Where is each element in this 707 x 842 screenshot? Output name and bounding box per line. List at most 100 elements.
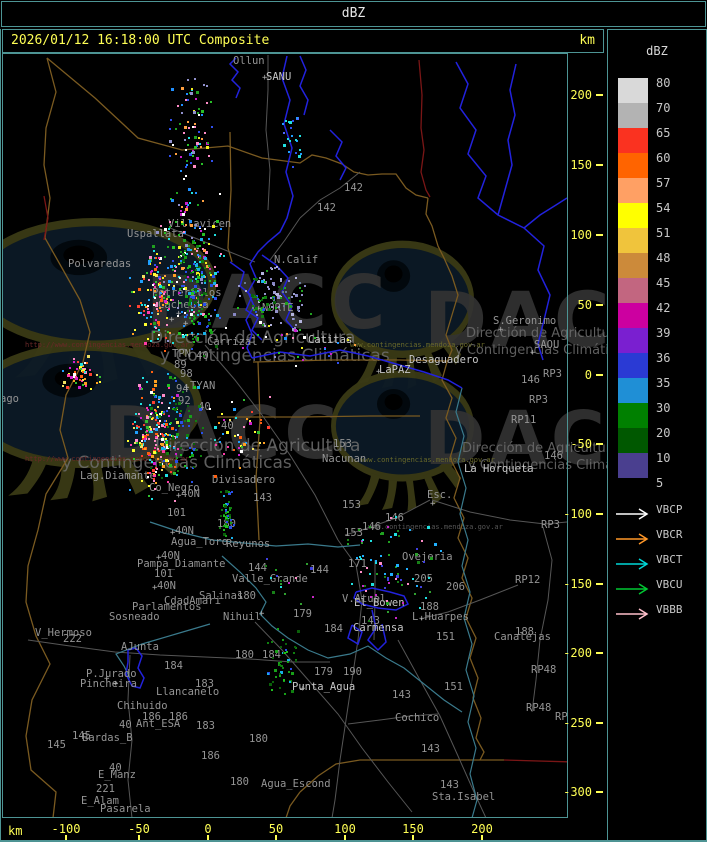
map-place-label: Agua_Escond <box>261 778 331 790</box>
map-place-label: Carrizal <box>207 336 258 348</box>
station-cross-marker: + <box>259 609 265 619</box>
map-place-label: RP12 <box>515 574 540 586</box>
map-place-label: RP11 <box>511 414 536 426</box>
map-place-label: Sosneado <box>109 611 160 623</box>
vbbb-arrow-icon <box>616 608 649 620</box>
legend-row: VBCP <box>614 503 704 520</box>
colorbar-value-label: 5 <box>656 476 664 490</box>
colorbar-panel: dBZ 80 70 65 60 57 54 51 48 45 42 39 36 35 30 20 10 5 VB… <box>607 29 707 842</box>
info-bar: 2026/01/12 16:18:00 UTC Composite km <box>2 29 604 53</box>
vbcr-arrow-icon <box>616 533 649 545</box>
map-place-label: 40 <box>196 350 209 362</box>
map-place-label: Desaguadero <box>409 354 479 366</box>
x-tick-label: 100 <box>334 822 356 836</box>
map-place-label: Pasarela <box>100 803 151 815</box>
colorbar-band <box>618 128 648 153</box>
station-cross-marker: + <box>169 315 175 325</box>
map-place-label: 145 <box>47 739 66 751</box>
y-tick-label: -50 <box>570 437 592 451</box>
legend-label: VBCP <box>656 503 683 516</box>
colorbar-value-label: 54 <box>656 201 671 215</box>
colorbar-value-label: 10 <box>656 451 671 465</box>
colorbar-band <box>618 453 648 478</box>
colorbar-band <box>618 328 648 353</box>
map-place-label: 143 <box>392 689 411 701</box>
colorbar-value-label: 48 <box>656 251 671 265</box>
map-place-label: 180 <box>249 733 268 745</box>
y-tick-label: -300 <box>563 785 592 799</box>
map-place-label: Divisadero <box>212 474 275 486</box>
colorbar-value-label: 70 <box>656 101 671 115</box>
y-tick-label: -200 <box>563 646 592 660</box>
map-place-label: 40N <box>181 488 200 500</box>
colorbar-band <box>618 228 648 253</box>
svg-text:www.contingencias.mendoza.gov.: www.contingencias.mendoza.gov.ar <box>350 341 485 349</box>
map-place-label: RP3 <box>529 394 548 406</box>
map-place-label: 151 <box>436 631 455 643</box>
map-place-label: Agua_Toro <box>171 536 228 548</box>
map-place-label: 171 <box>348 558 367 570</box>
window-title: dBZ <box>1 1 706 27</box>
vbct-arrow-icon <box>616 558 649 570</box>
map-place-label: Pampa_Diamante <box>137 558 226 570</box>
map-place-label: Cochico <box>395 712 439 724</box>
colorbar-value-label: 20 <box>656 426 671 440</box>
legend-row: VBCT <box>614 553 704 570</box>
map-place-label: RP48 <box>531 664 556 676</box>
y-tick-label: -150 <box>563 577 592 591</box>
colorbar-band <box>618 178 648 203</box>
map-place-label: 146 <box>362 521 381 533</box>
timestamp-text: 2026/01/12 16:18:00 UTC Composite <box>11 33 270 48</box>
map-place-label: 142 <box>317 202 336 214</box>
map-place-label: 40N <box>157 580 176 592</box>
station-cross-marker: + <box>113 679 119 689</box>
legend-row: VBBB <box>614 603 704 620</box>
radar-app-window: dBZ 2026/01/12 16:18:00 UTC Composite km… <box>0 0 707 842</box>
map-place-label: La Horqueta <box>464 463 534 475</box>
vbcu-arrow-icon <box>616 583 649 595</box>
map-place-label: Nacunan <box>322 453 366 465</box>
map-place-label: Carmensa <box>353 622 404 634</box>
station-cross-marker: + <box>156 553 162 563</box>
map-place-label: AJunta <box>121 641 159 653</box>
map-place-label: 143 <box>440 779 459 791</box>
y-tick-label: 0 <box>585 368 592 382</box>
title-text: dBZ <box>341 6 366 21</box>
colorbar-band <box>618 203 648 228</box>
map-place-label: 143 <box>421 743 440 755</box>
y-tick-label: 50 <box>578 298 592 312</box>
map-place-label: 183 <box>195 678 214 690</box>
map-place-label: 101 <box>167 507 186 519</box>
legend-label: VBCU <box>656 578 683 591</box>
map-place-label: 143 <box>253 492 272 504</box>
colorbar-band <box>618 403 648 428</box>
colorbar-band <box>618 153 648 178</box>
colorbar-value-label: 65 <box>656 126 671 140</box>
map-place-label: 186 <box>201 750 220 762</box>
map-place-label: Ovejeria <box>402 551 453 563</box>
map-place-label: Nihuil <box>223 611 261 623</box>
y-tick-label: -250 <box>563 716 592 730</box>
map-place-label: Catitas <box>308 334 352 346</box>
map-place-label: 180 <box>235 649 254 661</box>
station-cross-marker: + <box>170 528 176 538</box>
map-place-label: Lag.Diamante <box>80 470 156 482</box>
map-place-label: 190 <box>343 666 362 678</box>
radar-map-canvas[interactable]: DACCDACCDACCDACCDirección de Agricultura… <box>2 53 607 820</box>
colorbar-band <box>618 378 648 403</box>
map-place-label: 184 <box>262 649 281 661</box>
x-tick-label: -100 <box>51 822 81 836</box>
legend-label: VBBB <box>656 603 683 616</box>
map-place-label: 40N <box>175 525 194 537</box>
station-cross-marker: + <box>176 309 182 319</box>
map-place-label: N.Calif <box>274 254 318 266</box>
map-place-label: RP3 <box>543 368 562 380</box>
station-cross-marker: + <box>184 383 190 393</box>
map-place-label: Bardas_B <box>82 732 133 744</box>
map-place-label: 146 <box>544 450 563 462</box>
map-place-label: RP3 <box>541 519 560 531</box>
map-place-label: 153 <box>333 438 352 450</box>
map-place-label: 188 <box>515 626 534 638</box>
station-cross-marker: + <box>152 583 158 593</box>
map-place-label: V.Atuel <box>342 593 386 605</box>
